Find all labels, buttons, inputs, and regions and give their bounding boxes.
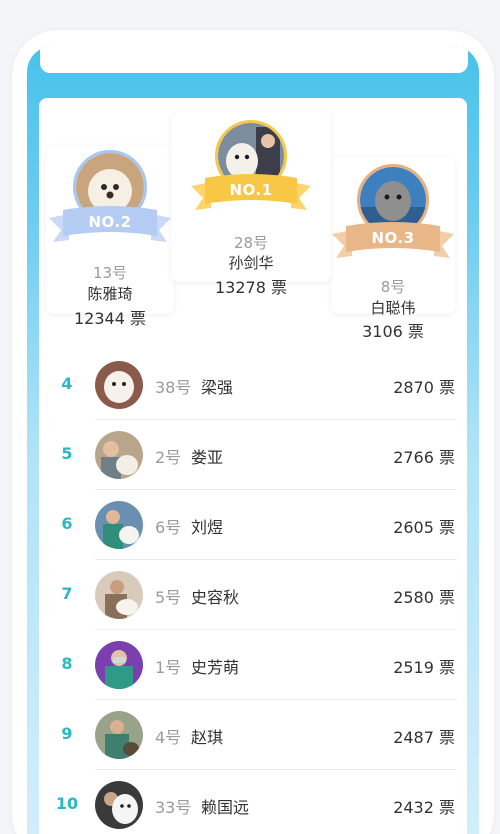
vote-count: 13278 票	[215, 278, 287, 297]
ribbon-badge: NO.2	[49, 204, 171, 248]
contestant-name: 白聪伟	[370, 299, 416, 317]
rank-number: 10	[55, 794, 79, 813]
avatar	[95, 781, 143, 829]
contestant-name: 赵琪	[191, 728, 224, 747]
contestant-name: 娄亚	[191, 448, 224, 467]
vote-count: 3106 票	[362, 322, 424, 341]
contestant-name: 史芳萌	[191, 658, 240, 677]
contestant-number: 13号	[92, 264, 128, 282]
vote-count: 2487 票	[393, 728, 455, 747]
contestant-number: 1号	[155, 658, 182, 677]
rank-number: 6	[61, 514, 73, 533]
vote-count: 2519 票	[393, 658, 455, 677]
contestant-number: 5号	[155, 588, 182, 607]
contestant-name: 陈雅琦	[87, 285, 133, 303]
vote-count: 2580 票	[393, 588, 455, 607]
list-item[interactable]: 9 4号 赵琪 2487 票	[39, 700, 467, 770]
contestant-number: 38号	[155, 378, 192, 397]
rank-label: NO.1	[229, 181, 273, 199]
avatar	[95, 501, 143, 549]
podium-rank-2[interactable]: NO.2 13号 陈雅琦 12344 票	[46, 146, 174, 328]
leaderboard-panel: NO.2 13号 陈雅琦 12344 票 NO.3 8号 白聪伟 3106 票 …	[39, 98, 467, 834]
rank-number: 7	[61, 584, 73, 603]
avatar	[95, 361, 143, 409]
list-item[interactable]: 8 1号 史芳萌 2519 票	[39, 630, 467, 700]
contestant-name: 刘煜	[191, 518, 224, 537]
contestant-number: 2号	[155, 448, 182, 467]
rank-label: NO.2	[88, 213, 132, 231]
avatar	[95, 571, 143, 619]
avatar	[95, 641, 143, 689]
podium-rank-3[interactable]: NO.3 8号 白聪伟 3106 票	[331, 158, 455, 341]
vote-count: 2605 票	[393, 518, 455, 537]
contestant-number: 33号	[155, 798, 192, 817]
contestant-number: 4号	[155, 728, 182, 747]
rank-number: 8	[61, 654, 73, 673]
rank-label: NO.3	[371, 229, 415, 247]
rank-number: 5	[61, 444, 73, 463]
podium-rank-1[interactable]: NO.1 28号 孙剑华 13278 票	[171, 112, 331, 297]
list-item[interactable]: 7 5号 史容秋 2580 票	[39, 560, 467, 630]
avatar	[95, 431, 143, 479]
app-screen: NO.2 13号 陈雅琦 12344 票 NO.3 8号 白聪伟 3106 票 …	[27, 46, 479, 834]
ribbon-badge: NO.3	[332, 220, 454, 264]
contestant-number: 8号	[380, 278, 406, 296]
ribbon-badge: NO.1	[191, 172, 311, 216]
list-item[interactable]: 6 6号 刘煜 2605 票	[39, 490, 467, 560]
rank-number: 4	[61, 374, 73, 393]
header-card	[40, 46, 468, 73]
vote-count: 2870 票	[393, 378, 455, 397]
list-item[interactable]: 4 38号 梁强 2870 票	[39, 350, 467, 420]
vote-count: 2766 票	[393, 448, 455, 467]
rank-number: 9	[61, 724, 73, 743]
ranking-list: 4 38号 梁强 2870 票 5 2号 娄亚 2766 票 6 6号 刘煜 2…	[39, 350, 467, 834]
contestant-number: 6号	[155, 518, 182, 537]
list-item[interactable]: 10 33号 赖国远 2432 票	[39, 770, 467, 834]
contestant-name: 孙剑华	[228, 254, 274, 272]
contestant-name: 梁强	[201, 378, 234, 397]
vote-count: 12344 票	[74, 309, 146, 328]
contestant-name: 史容秋	[191, 588, 240, 607]
contestant-name: 赖国远	[201, 798, 250, 817]
avatar	[95, 711, 143, 759]
list-item[interactable]: 5 2号 娄亚 2766 票	[39, 420, 467, 490]
contestant-number: 28号	[233, 234, 269, 252]
vote-count: 2432 票	[393, 798, 455, 817]
